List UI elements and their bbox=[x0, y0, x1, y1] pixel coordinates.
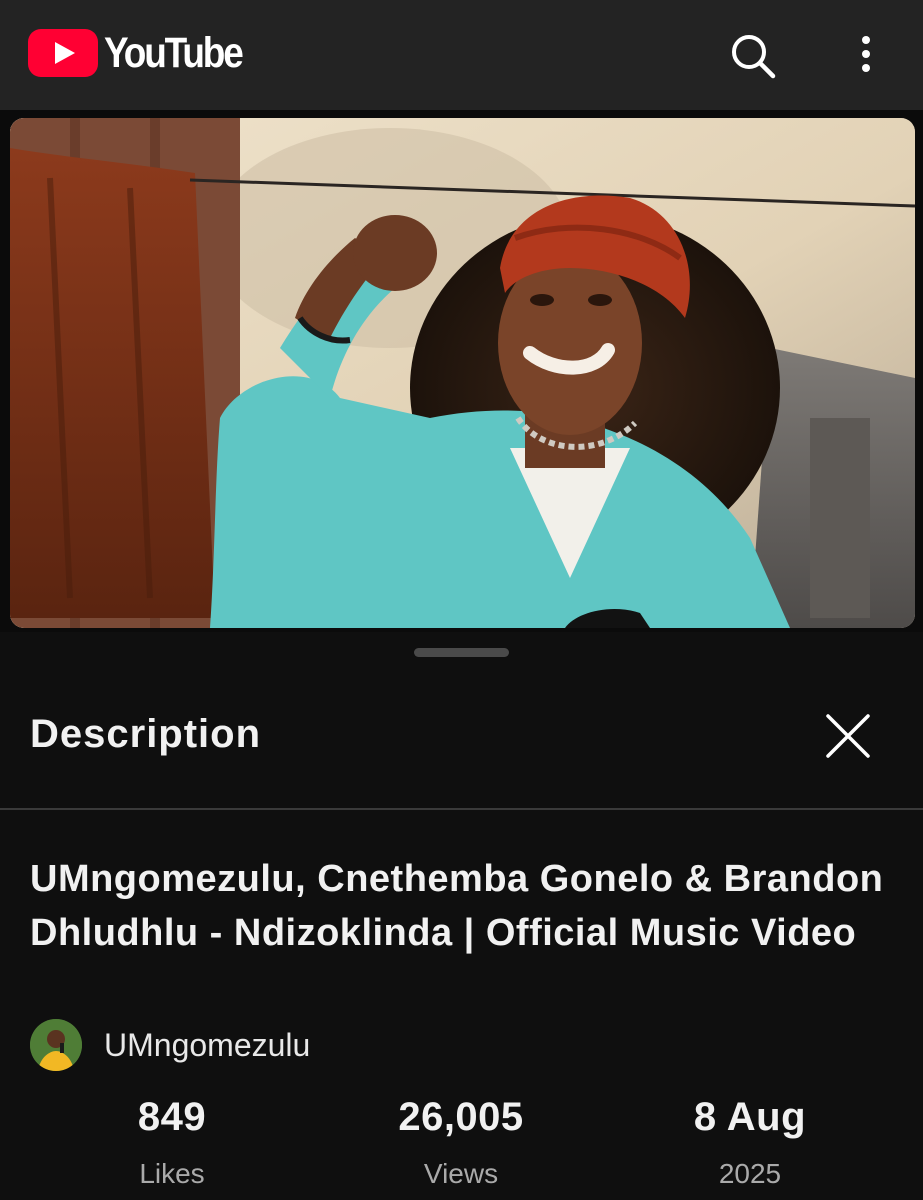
video-title: UMngomezulu, Cnethemba Gonelo & Brandon … bbox=[30, 858, 884, 954]
channel-name: UMngomezulu bbox=[104, 1026, 311, 1063]
description-title: Description bbox=[30, 712, 262, 756]
youtube-description-screen: YouTube Description UMngomezulu, Cnethem… bbox=[0, 0, 923, 1200]
youtube-logo[interactable]: YouTube bbox=[28, 28, 264, 78]
views-count: 26,005 bbox=[398, 1095, 524, 1139]
video-player[interactable] bbox=[0, 110, 923, 632]
likes-label: Likes bbox=[139, 1158, 205, 1189]
upload-date-day: 8 Aug bbox=[693, 1095, 807, 1139]
likes-stat: 849 Likes bbox=[52, 1095, 292, 1190]
avatar-image bbox=[30, 1019, 82, 1071]
channel-row[interactable]: UMngomezulu bbox=[30, 1017, 310, 1073]
top-app-bar: YouTube bbox=[0, 0, 923, 110]
views-stat: 26,005 Views bbox=[341, 1095, 581, 1190]
search-icon bbox=[732, 35, 776, 79]
video-frame[interactable] bbox=[10, 118, 915, 628]
video-thumbnail-image bbox=[10, 118, 915, 628]
more-vertical-icon bbox=[862, 36, 870, 72]
search-button[interactable] bbox=[727, 30, 779, 82]
more-options-button[interactable] bbox=[846, 30, 886, 82]
close-button[interactable] bbox=[820, 708, 876, 764]
header-divider bbox=[0, 808, 923, 810]
youtube-play-icon bbox=[28, 29, 98, 77]
views-label: Views bbox=[423, 1158, 499, 1189]
upload-date-stat: 8 Aug 2025 bbox=[630, 1095, 870, 1190]
upload-date-year: 2025 bbox=[718, 1158, 782, 1189]
channel-avatar[interactable] bbox=[30, 1019, 82, 1071]
logo-text: YouTube bbox=[104, 28, 244, 77]
sheet-drag-handle[interactable] bbox=[414, 648, 509, 657]
likes-count: 849 bbox=[137, 1095, 207, 1139]
close-icon bbox=[826, 714, 870, 758]
description-header: Description bbox=[0, 680, 923, 808]
